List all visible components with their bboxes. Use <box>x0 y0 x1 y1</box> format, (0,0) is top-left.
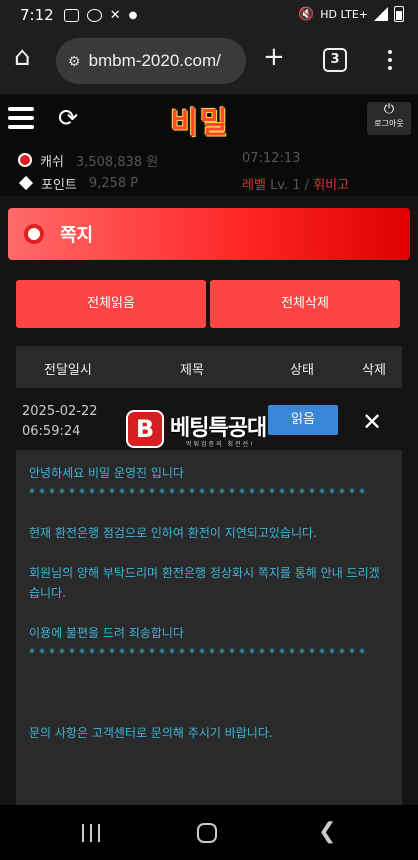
message-line-2: 회원님의 양해 부탁드리며 환전은행 정상화시 쪽지를 통해 안내 드리겠습니다… <box>29 566 380 600</box>
points-value: 9,258 P <box>88 175 139 191</box>
rank-name: 휘비고 <box>313 178 350 193</box>
tab-switcher-button[interactable]: 3 <box>323 48 347 72</box>
refresh-icon[interactable]: ⟳ <box>58 104 78 132</box>
gallery-notification-icon <box>63 8 79 22</box>
soccer-ball-icon <box>24 224 44 244</box>
table-header: 전달일시 제목 상태 삭제 <box>16 346 402 388</box>
home-icon[interactable]: ⌂ <box>14 42 31 72</box>
points-label: 포인트 <box>41 177 77 193</box>
col-status: 상태 <box>290 363 314 378</box>
row-date: 2025-02-22 <box>22 404 98 419</box>
system-nav-bar: ❮ <box>0 805 418 860</box>
new-tab-icon[interactable]: + <box>263 42 285 72</box>
col-delete: 삭제 <box>362 363 386 378</box>
message-divider: ********************************** <box>29 486 369 500</box>
close-icon[interactable]: ✕ <box>362 408 382 436</box>
delete-all-button[interactable]: 전체삭제 <box>210 280 400 328</box>
mute-icon: 🔇 <box>298 6 315 22</box>
watermark: B 베팅특공대 먹튀검증의 최전선! <box>126 408 296 450</box>
message-line-4: 문의 사항은 고객센터로 문의해 주시기 바랍니다. <box>29 726 273 740</box>
watermark-text: 베팅특공대 <box>170 416 267 441</box>
site-settings-icon[interactable]: ⚙ <box>68 53 81 70</box>
site-logo[interactable]: 비밀 <box>160 98 240 141</box>
status-time: 7:12 <box>20 6 54 24</box>
power-icon: ⏻ <box>383 102 395 117</box>
message-line-3: 이용에 불편을 드려 죄송합니다 <box>29 626 184 640</box>
cash-icon <box>18 153 32 167</box>
url-bar[interactable]: ⚙ bmbm-2020.com/ <box>56 38 246 84</box>
back-icon[interactable]: ❮ <box>318 819 336 844</box>
battery-icon <box>394 6 404 22</box>
user-info-panel: 캐쉬 3,508,838 원 포인트 9,258 P 07:12:13 레벨 L… <box>0 144 418 196</box>
logout-button[interactable]: ⏻ 로그아웃 <box>367 102 411 135</box>
message-body: 안녕하세요 비밀 운영진 입니다 ***********************… <box>16 450 402 805</box>
page-title: 쪽지 <box>60 225 94 246</box>
chat-notification-icon <box>86 8 102 22</box>
clock: 07:12:13 <box>242 151 301 166</box>
read-all-button[interactable]: 전체읽음 <box>16 280 206 328</box>
missed-call-icon: ✕ <box>109 7 121 23</box>
page-title-bar: 쪽지 <box>8 208 410 260</box>
logout-label: 로그아웃 <box>374 119 404 128</box>
more-menu-icon[interactable] <box>388 50 392 74</box>
recent-apps-icon[interactable] <box>82 824 100 842</box>
site-header: ⟳ 비밀 <box>0 94 418 144</box>
col-subject: 제목 <box>180 363 204 378</box>
watermark-subtext: 먹튀검증의 최전선! <box>186 441 255 448</box>
network-type: HD LTE+ <box>320 7 368 21</box>
col-date: 전달일시 <box>44 363 92 378</box>
menu-icon[interactable] <box>8 107 34 134</box>
dot-icon: ● <box>128 9 138 21</box>
message-line-1: 현재 환전은행 점검으로 인하여 환전이 지연되고있습니다. <box>29 526 317 540</box>
level-value: Lv. 1 / <box>270 178 310 193</box>
cash-label: 캐쉬 <box>40 154 64 170</box>
home-button-icon[interactable] <box>197 823 217 843</box>
level-label: 레벨 <box>242 178 266 193</box>
signal-icon <box>374 7 388 21</box>
browser-toolbar: ⌂ ⚙ bmbm-2020.com/ + 3 <box>0 30 418 94</box>
row-time: 06:59:24 <box>22 424 81 439</box>
watermark-badge: B <box>126 410 164 448</box>
url-text: bmbm-2020.com/ <box>88 51 221 70</box>
points-icon <box>18 175 34 191</box>
cash-value: 3,508,838 원 <box>75 154 159 170</box>
level-info: 레벨 Lv. 1 / 휘비고 <box>242 174 349 193</box>
message-divider-2: ********************************** <box>29 646 369 660</box>
status-bar: 7:12 ✕ ● 🔇 HD LTE+ <box>0 0 418 30</box>
message-greeting: 안녕하세요 비밀 운영진 입니다 <box>29 466 184 480</box>
